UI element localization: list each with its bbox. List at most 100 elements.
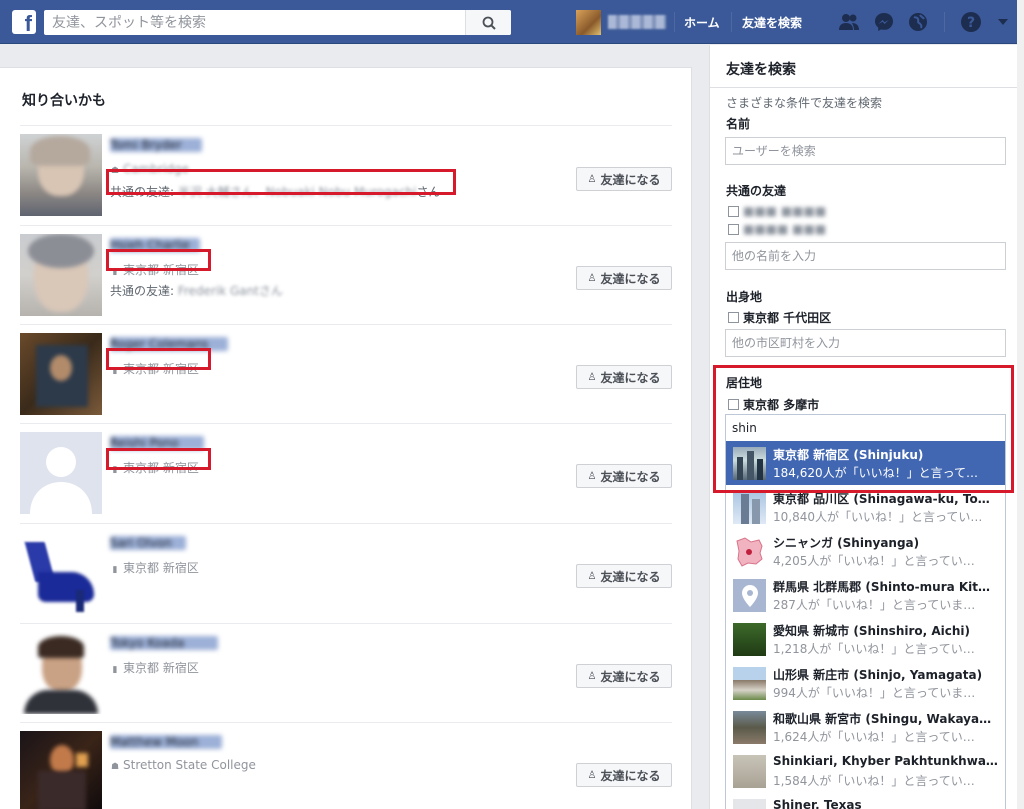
add-friend-button[interactable]: ♙ 友達になる xyxy=(576,763,672,787)
like-page-icon: ▮ xyxy=(112,565,118,575)
search-icon xyxy=(482,16,496,30)
add-friend-icon: ♙ xyxy=(587,769,597,781)
mutual-friend-checkbox[interactable]: ■■■ ■■■■ xyxy=(728,204,826,218)
hometown-label: 出身地 xyxy=(726,290,763,304)
person-photo[interactable] xyxy=(20,632,102,714)
person-photo[interactable] xyxy=(20,731,102,809)
town-thumbnail xyxy=(733,711,766,744)
name-search-input[interactable]: ユーザーを検索 xyxy=(725,137,1006,165)
name-label: 名前 xyxy=(726,117,751,131)
highlight-location xyxy=(106,348,211,370)
add-friend-icon: ♙ xyxy=(587,371,597,383)
card-title: 知り合いかも xyxy=(22,93,106,109)
nav-divider xyxy=(674,12,675,32)
checkbox[interactable] xyxy=(728,312,739,323)
default-profile-photo[interactable] xyxy=(20,432,102,514)
messages-icon[interactable] xyxy=(873,11,895,33)
person-row: Hsieh Charlie ▮ 東京都 新宿区 共通の友達: Frederik G… xyxy=(20,225,672,325)
suggestion-title: Shinkiari, Khyber Pakhtunkhwa… xyxy=(773,754,998,768)
suggestion-title: シニャンガ (Shinyanga) xyxy=(773,536,920,550)
suggestion-item[interactable]: 愛知県 新城市 (Shinshiro, Aichi) 1,218人が「いいね！」… xyxy=(726,617,1005,661)
person-name[interactable]: Tokyo Koada xyxy=(110,636,218,650)
find-friends-link[interactable]: 友達を検索 xyxy=(742,14,802,31)
location-pin-icon xyxy=(741,584,758,607)
hometown-city-input[interactable]: 他の市区町村を入力 xyxy=(725,329,1006,357)
person-row: Roger Colemans ▮ 東京都 新宿区 ♙ 友達になる xyxy=(20,324,672,424)
person-row: Tokyo Koada ▮ 東京都 新宿区 ♙ 友達になる xyxy=(20,623,672,723)
add-friend-icon: ♙ xyxy=(587,173,597,185)
add-friend-button[interactable]: ♙ 友達になる xyxy=(576,564,672,588)
suggestion-item[interactable]: 和歌山県 新宮市 (Shingu, Wakaya… 1,624人が「いいね！」と… xyxy=(726,705,1005,749)
trees-thumbnail xyxy=(733,623,766,656)
account-menu-chevron-icon[interactable] xyxy=(992,11,1014,33)
person-row: Sari Olvon ▮ 東京都 新宿区 ♙ 友達になる xyxy=(20,523,672,623)
add-friend-button[interactable]: ♙ 友達になる xyxy=(576,365,672,389)
panel-subtitle: さまざまな条件で友達を検索 xyxy=(726,96,883,110)
hometown-checkbox[interactable]: 東京都 千代田区 xyxy=(728,309,831,326)
panel-title: 友達を検索 xyxy=(726,62,796,78)
user-avatar[interactable] xyxy=(576,10,601,35)
friend-requests-icon[interactable] xyxy=(838,11,860,33)
person-name[interactable]: Tomi Bryder xyxy=(110,138,202,152)
notifications-globe-icon[interactable] xyxy=(907,11,929,33)
school-icon: ☗ xyxy=(110,762,120,772)
suggestion-likes: 1,218人が「いいね！」と言ってい… xyxy=(773,642,975,656)
suggestion-item[interactable]: Shiner, Texas xyxy=(726,793,1005,809)
person-photo[interactable] xyxy=(20,234,102,316)
add-friend-button[interactable]: ♙ 友達になる xyxy=(576,167,672,191)
suggestion-likes: 1,584人が「いいね！」と言ってい… xyxy=(773,774,975,788)
mutual-friend-checkbox[interactable]: ■■■■ ■■■ xyxy=(728,222,826,236)
search-button[interactable] xyxy=(465,10,511,35)
page-scrollbar[interactable] xyxy=(1017,0,1024,809)
home-link[interactable]: ホーム xyxy=(684,14,720,31)
person-photo[interactable] xyxy=(20,134,102,216)
suggestion-item[interactable]: Shinkiari, Khyber Pakhtunkhwa… 1,584人が「い… xyxy=(726,749,1005,793)
suggestion-item[interactable]: 群馬県 北群馬郡 (Shinto-mura Kit… 287人が「いいね！」と言… xyxy=(726,573,1005,617)
person-name[interactable]: Matthew Moon xyxy=(110,735,222,749)
suggestion-title: 山形県 新庄市 (Shinjo, Yamagata) xyxy=(773,668,983,682)
building-thumbnail xyxy=(733,667,766,700)
add-friend-button[interactable]: ♙ 友達になる xyxy=(576,464,672,488)
mutual-friend-name-input[interactable]: 他の名前を入力 xyxy=(725,242,1006,270)
person-name[interactable]: Sari Olvon xyxy=(110,536,186,550)
like-page-icon: ▮ xyxy=(112,665,118,675)
highlight-location xyxy=(106,448,211,470)
person-info-line: ▮ 東京都 新宿区 xyxy=(110,659,199,676)
checkbox[interactable] xyxy=(728,205,739,217)
person-photo[interactable] xyxy=(20,532,102,614)
person-row: Matthew Moon ☗ Stretton State College ♙ 友達… xyxy=(20,722,672,809)
user-name-blurred[interactable] xyxy=(608,15,666,29)
map-thumbnail xyxy=(733,535,766,568)
suggestion-likes: 994人が「いいね！」と言っていま… xyxy=(773,686,976,700)
add-friend-icon: ♙ xyxy=(587,272,597,284)
person-photo[interactable] xyxy=(20,333,102,415)
add-friend-button[interactable]: ♙ 友達になる xyxy=(576,266,672,290)
add-friend-button[interactable]: ♙ 友達になる xyxy=(576,664,672,688)
person-row: Reishi Pono ▮ 東京都 新宿区 ♙ 友達になる xyxy=(20,423,672,523)
default-avatar-icon xyxy=(30,447,92,514)
global-search-input[interactable] xyxy=(44,10,464,35)
suggestion-likes: 10,840人が「いいね！」と言ってい… xyxy=(773,510,983,524)
suggestion-item[interactable]: シニャンガ (Shinyanga) 4,205人が「いいね！」と言ってい… xyxy=(726,529,1005,573)
svg-text:?: ? xyxy=(967,15,975,31)
help-icon[interactable]: ? xyxy=(960,11,982,33)
add-friend-icon: ♙ xyxy=(587,670,597,682)
checkbox[interactable] xyxy=(728,223,739,235)
top-navigation-bar: f ホーム 友達を検索 ? xyxy=(0,0,1024,44)
person-info-line: ▮ 東京都 新宿区 xyxy=(110,559,199,576)
suggestion-likes: 4,205人が「いいね！」と言ってい… xyxy=(773,554,975,568)
nav-divider xyxy=(731,12,732,32)
panel-divider xyxy=(710,87,1022,88)
person-info-line: ☗ Stretton State College xyxy=(110,758,256,772)
suggestion-title: 群馬県 北群馬郡 (Shinto-mura Kit… xyxy=(773,580,991,594)
suggestion-title: 愛知県 新城市 (Shinshiro, Aichi) xyxy=(773,624,971,638)
suggestion-item[interactable]: 山形県 新庄市 (Shinjo, Yamagata) 994人が「いいね！」と言… xyxy=(726,661,1005,705)
mutual-friends-label: 共通の友達 xyxy=(726,184,787,198)
plain-thumbnail xyxy=(733,799,766,809)
suggestion-title: 和歌山県 新宮市 (Shingu, Wakaya… xyxy=(773,712,992,726)
add-friend-icon: ♙ xyxy=(587,470,597,482)
global-search xyxy=(44,10,511,35)
highlight-residence-section xyxy=(713,365,1014,493)
facebook-logo[interactable]: f xyxy=(12,10,36,34)
highlight-mutual-friends xyxy=(106,169,456,195)
